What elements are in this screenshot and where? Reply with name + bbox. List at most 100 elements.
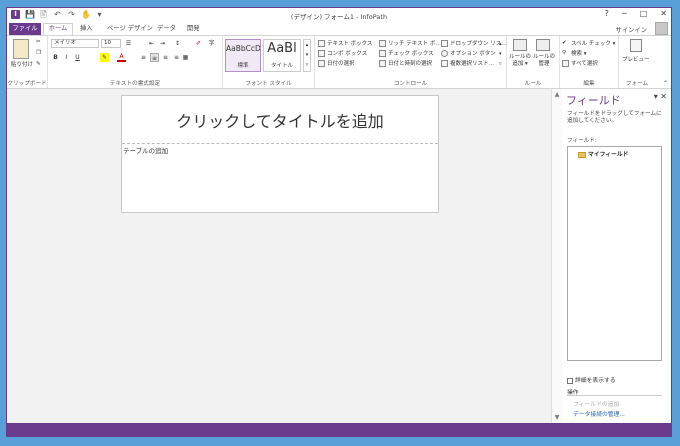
control-text-box-label: テキスト ボックス: [327, 41, 373, 47]
manage-rules-button[interactable]: ルールの 管理: [533, 54, 555, 68]
control-multi-select-list[interactable]: 複数選択リスト…: [441, 59, 494, 67]
cut-icon[interactable]: ✂: [36, 39, 41, 45]
fields-label: フィールド:: [567, 138, 597, 144]
window-controls: ? ─ □ ✕: [605, 9, 667, 18]
datetime-picker-icon: [379, 60, 386, 67]
bold-button[interactable]: B: [51, 53, 60, 62]
control-datetime-picker[interactable]: 日付と時刻の選択: [379, 59, 432, 67]
font-dialog-icon[interactable]: 字: [207, 39, 216, 48]
styles-gallery-scroll[interactable]: ▴ ▾ ▿: [303, 39, 311, 72]
style-title-preview: AaBl: [267, 41, 297, 56]
control-text-box[interactable]: テキスト ボックス: [318, 39, 372, 47]
align-right-icon[interactable]: ≡: [161, 53, 170, 62]
restore-icon[interactable]: □: [640, 9, 648, 18]
checkbox-icon: [567, 377, 573, 384]
controls-group-label: コントロール: [393, 81, 428, 87]
control-dropdown-list[interactable]: ドロップダウン リス…: [441, 39, 507, 47]
control-check-box[interactable]: チェック ボックス: [379, 49, 434, 57]
justify-icon[interactable]: ≡: [172, 53, 181, 62]
control-option-button-label: オプション ボタン: [450, 51, 496, 57]
avatar[interactable]: [655, 22, 668, 35]
close-icon[interactable]: ✕: [660, 9, 667, 18]
fields-tree[interactable]: マイフィールド: [567, 146, 662, 361]
control-option-button[interactable]: オプション ボタン: [441, 49, 496, 57]
tab-file[interactable]: ファイル: [9, 23, 41, 35]
controls-gallery-scroll[interactable]: ▴ ▾ ▿: [499, 39, 502, 69]
form-template: クリックしてタイトルを追加 テーブルの追加: [121, 95, 439, 213]
control-combo-box[interactable]: コンボ ボックス: [318, 49, 367, 57]
format-painter-icon[interactable]: ✎: [36, 61, 41, 67]
shading-icon[interactable]: ▦: [181, 53, 190, 62]
control-rich-text-box[interactable]: リッチ テキスト ボ…: [379, 39, 441, 47]
status-bar: [7, 423, 671, 436]
pane-close-icon[interactable]: ✕: [660, 92, 667, 101]
signin-link[interactable]: サインイン: [616, 25, 647, 34]
add-field-link[interactable]: フィールドの追加: [573, 399, 619, 408]
tree-node-root[interactable]: マイフィールド: [578, 149, 628, 158]
date-picker-icon: [318, 60, 325, 67]
form-title-placeholder[interactable]: クリックしてタイトルを追加: [122, 96, 438, 144]
spell-check-label: スペル チェック ▾: [571, 41, 616, 47]
ribbon: 貼り付け ✂ ❐ ✎ クリップボード メイリオ 10 ☰ ⇤ ⇥ ↕ ✐ 字 B…: [7, 35, 671, 89]
bullets-icon[interactable]: ☰: [124, 39, 133, 48]
style-title-label: タイトル: [270, 63, 293, 69]
form-table-placeholder[interactable]: テーブルの追加: [123, 145, 168, 155]
align-left-icon[interactable]: ≡: [139, 53, 148, 62]
paste-icon[interactable]: [13, 39, 29, 59]
tab-data[interactable]: データ: [157, 23, 176, 35]
copy-icon[interactable]: ❐: [36, 50, 41, 56]
style-normal-preview: AaBbCcD: [226, 44, 261, 53]
preview-button[interactable]: プレビュー: [622, 55, 650, 63]
control-date-picker[interactable]: 日付の選択: [318, 59, 355, 67]
add-rule-button[interactable]: ルールの 追加 ▾: [509, 54, 531, 68]
control-datetime-picker-label: 日付と時刻の選択: [388, 61, 433, 67]
fields-task-pane: フィールド ▾ ✕ フィールドをドラッグしてフォームに追加してください。 フィー…: [562, 89, 671, 423]
option-button-icon: [441, 50, 448, 57]
show-details-label: 詳細を表示する: [575, 378, 616, 384]
select-all-button[interactable]: すべて選択: [562, 59, 598, 67]
font-color-icon[interactable]: A: [117, 53, 126, 62]
preview-icon-large[interactable]: [630, 39, 642, 52]
tab-insert[interactable]: 挿入: [80, 23, 93, 35]
line-spacing-icon[interactable]: ↕: [173, 39, 182, 48]
find-button[interactable]: ⚲ 検索 ▾: [562, 49, 587, 57]
scroll-down-icon[interactable]: ▼: [552, 414, 562, 421]
editing-group-label: 編集: [583, 81, 595, 87]
align-center-icon[interactable]: ≡: [150, 53, 159, 62]
style-title[interactable]: AaBl タイトル: [263, 39, 301, 72]
decrease-indent-icon[interactable]: ⇤: [147, 39, 156, 48]
tab-page-design[interactable]: ページ デザイン: [107, 23, 153, 35]
italic-button[interactable]: I: [62, 53, 71, 62]
fields-pane-description: フィールドをドラッグしてフォームに追加してください。: [567, 111, 662, 124]
spell-check-button[interactable]: ✔ スペル チェック ▾: [562, 39, 615, 47]
form-group: プレビュー フォーム: [619, 36, 655, 88]
spell-check-icon: ✔: [562, 40, 567, 46]
tab-developer[interactable]: 開発: [187, 23, 200, 35]
pane-options-icon[interactable]: ▾: [654, 92, 658, 101]
dropdown-list-icon: [441, 40, 448, 47]
manage-rules-icon[interactable]: [536, 39, 550, 51]
style-normal[interactable]: AaBbCcD 標準: [225, 39, 261, 72]
multi-select-list-icon: [441, 60, 448, 67]
title-bar: I 💾 🖹 ↶ ↷ ✋ ▾ (デザイン) フォーム1 - InfoPath ? …: [7, 8, 671, 22]
app-window: I 💾 🖹 ↶ ↷ ✋ ▾ (デザイン) フォーム1 - InfoPath ? …: [6, 7, 672, 437]
scroll-up-icon[interactable]: ▲: [552, 91, 562, 98]
increase-indent-icon[interactable]: ⇥: [158, 39, 167, 48]
add-rule-icon[interactable]: [513, 39, 527, 51]
highlight-icon[interactable]: ✎: [100, 53, 109, 62]
design-canvas: クリックしてタイトルを追加 テーブルの追加: [7, 89, 551, 423]
minimize-icon[interactable]: ─: [622, 9, 627, 18]
canvas-scrollbar[interactable]: ▲ ▼: [551, 89, 562, 423]
collapse-ribbon-icon[interactable]: ⌃: [663, 80, 668, 87]
font-size-combo[interactable]: 10: [101, 39, 121, 48]
help-icon[interactable]: ?: [605, 9, 609, 18]
manage-data-connections-link[interactable]: データ接続の管理...: [573, 409, 625, 418]
paste-button[interactable]: 貼り付け: [11, 60, 33, 68]
clear-format-icon[interactable]: ✐: [194, 39, 203, 48]
font-name-combo[interactable]: メイリオ: [51, 39, 99, 48]
tab-home[interactable]: ホーム: [43, 23, 73, 35]
underline-button[interactable]: U: [73, 53, 82, 62]
window-title: (デザイン) フォーム1 - InfoPath: [290, 13, 388, 21]
ribbon-tabs: ファイル ホーム 挿入 ページ デザイン データ 開発: [7, 23, 671, 35]
show-details-checkbox[interactable]: 詳細を表示する: [567, 375, 616, 384]
